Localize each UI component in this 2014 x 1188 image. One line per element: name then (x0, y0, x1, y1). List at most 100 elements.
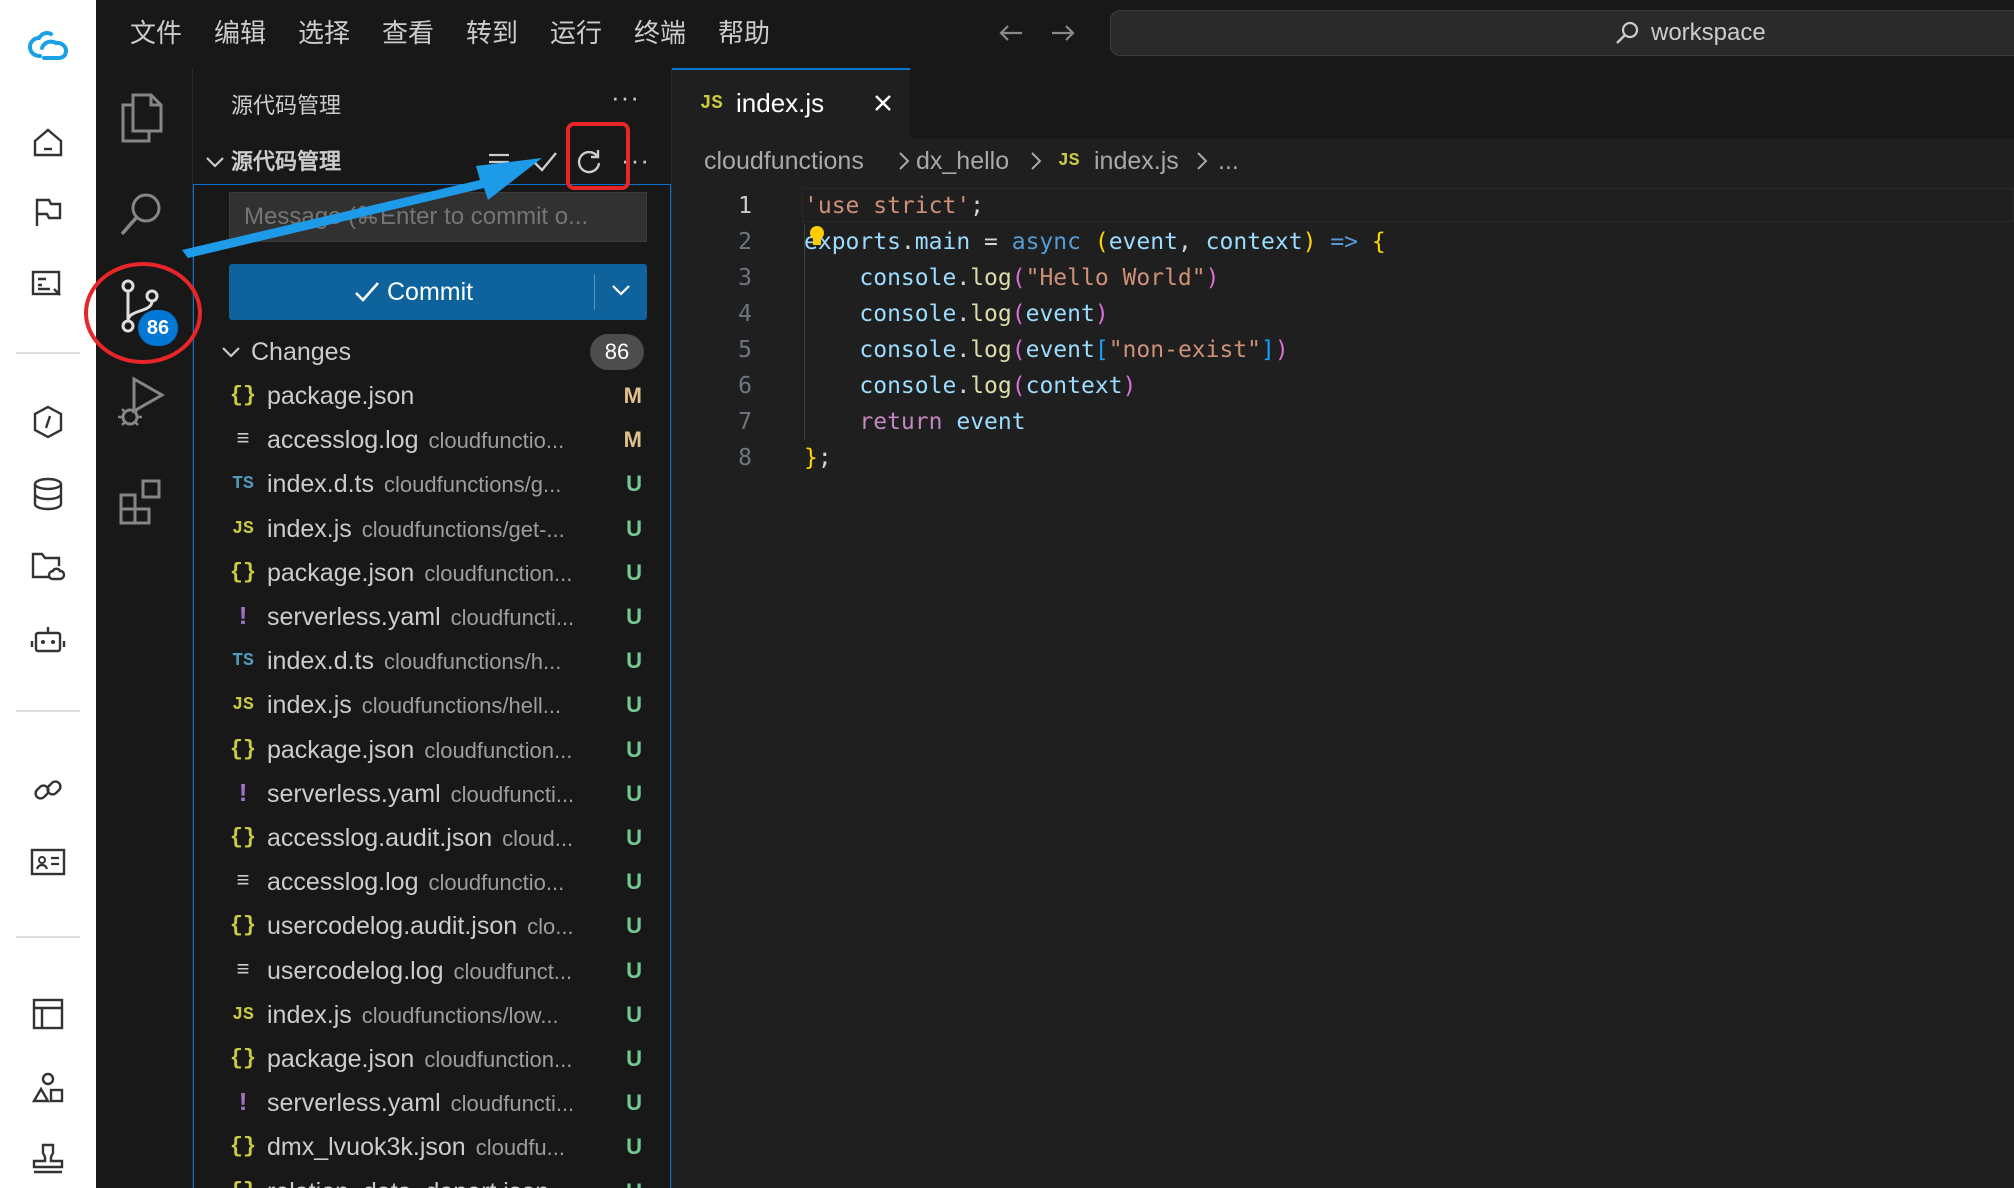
run-debug-icon[interactable] (110, 370, 174, 434)
file-list-item[interactable]: JS index.js cloudfunctions/get-... U (193, 507, 671, 551)
breadcrumb-item[interactable]: index.js (1094, 138, 1179, 184)
extensions-icon[interactable] (110, 468, 174, 532)
file-name-text: accesslog.log (267, 868, 419, 897)
file-status-badge: U (626, 1170, 642, 1188)
commit-dropdown-icon[interactable] (601, 278, 641, 306)
file-status-badge: U (626, 825, 642, 850)
back-arrow-icon[interactable] (996, 18, 1026, 48)
file-list-item[interactable]: TS index.d.ts cloudfunctions/g... U (193, 462, 671, 506)
cloud-folder-icon[interactable] (22, 540, 74, 592)
forward-arrow-icon[interactable] (1048, 18, 1078, 48)
file-type-icon: {} (229, 383, 257, 408)
code-editor[interactable]: 1 2 3 4 5 6 7 8 'use strict'; exports.ma… (672, 184, 2014, 1188)
file-list-item[interactable]: {} package.json cloudfunction... U (193, 551, 671, 595)
file-status-badge: U (626, 1046, 642, 1071)
file-list-item[interactable]: {} relation_data_depart.json U (193, 1170, 671, 1188)
menu-go[interactable]: 转到 (466, 0, 518, 68)
menu-help[interactable]: 帮助 (718, 0, 770, 68)
file-name: relation_data_depart.json (267, 1170, 549, 1188)
stamp-icon[interactable] (22, 1132, 74, 1184)
code-line: }; (804, 445, 832, 471)
code-token: main (914, 229, 971, 255)
file-name-text: package.json (267, 382, 415, 410)
dashboard-icon[interactable] (22, 258, 74, 310)
breadcrumb-item[interactable]: dx_hello (916, 138, 1009, 184)
file-type-icon: TS (232, 651, 254, 672)
file-list-item[interactable]: {} package.json cloudfunction... U (193, 1037, 671, 1081)
search-view-icon[interactable] (110, 182, 174, 246)
file-list-item[interactable]: ! serverless.yaml cloudfuncti... U (193, 595, 671, 639)
file-name: serverless.yaml cloudfuncti... (267, 595, 574, 639)
lightbulb-icon[interactable] (808, 224, 826, 250)
chevron-right-icon (894, 150, 914, 172)
explorer-icon[interactable] (110, 86, 174, 150)
button-divider (594, 274, 595, 310)
layout-icon[interactable] (22, 988, 74, 1040)
code-token: event (1025, 301, 1095, 327)
shapes-icon[interactable] (22, 1062, 74, 1114)
activity-bar: 86 (96, 68, 193, 1188)
sidebar-more-icon[interactable]: ··· (611, 82, 640, 113)
menu-file[interactable]: 文件 (130, 0, 182, 68)
menu-terminal[interactable]: 终端 (634, 0, 686, 68)
file-path: cloudfuncti... (450, 1091, 575, 1117)
changes-group-header[interactable]: Changes 86 (193, 330, 671, 374)
sidebar-title: 源代码管理 (231, 93, 342, 118)
robot-icon[interactable] (22, 614, 74, 666)
file-name-text: package.json (267, 735, 415, 764)
breadcrumb-item[interactable]: ... (1218, 138, 1239, 184)
file-list-item[interactable]: TS index.d.ts cloudfunctions/h... U (193, 639, 671, 683)
line-number: 3 (738, 265, 752, 291)
file-list-item[interactable]: ! serverless.yaml cloudfuncti... U (193, 772, 671, 816)
file-path: cloudfunctio... (428, 428, 565, 454)
file-path: cloudfunction... (424, 560, 573, 586)
file-list-item[interactable]: {} usercodelog.audit.json clo... U (193, 904, 671, 948)
database-icon[interactable] (22, 468, 74, 520)
tab-index-js[interactable]: JS index.js (672, 68, 910, 138)
commit-button[interactable]: Commit (229, 264, 647, 320)
id-card-icon[interactable] (22, 836, 74, 888)
file-path: cloudfunctions/low... (361, 1002, 559, 1028)
file-list-item[interactable]: ≡ accesslog.log cloudfunctio... M (193, 418, 671, 462)
file-list-item[interactable]: {} package.json cloudfunction... U (193, 728, 671, 772)
file-path: cloudfunctions/get-... (361, 516, 565, 542)
code-token: log (970, 265, 1012, 291)
changes-label: Changes (251, 338, 352, 366)
file-type-icon: JS (232, 518, 254, 539)
flag-icon[interactable] (22, 186, 74, 238)
file-name: accesslog.audit.json cloud... (267, 816, 573, 860)
close-icon[interactable] (870, 90, 896, 116)
menu-run[interactable]: 运行 (550, 0, 602, 68)
file-name: serverless.yaml cloudfuncti... (267, 772, 574, 816)
file-type-icon: {} (229, 1170, 257, 1188)
file-list-item[interactable]: ≡ usercodelog.log cloudfunct... U (193, 949, 671, 993)
breadcrumb-item[interactable]: cloudfunctions (704, 138, 864, 184)
file-path: cloudfunctions/g... (384, 472, 562, 498)
menu-selection[interactable]: 选择 (298, 0, 350, 68)
chevron-down-icon[interactable] (219, 340, 243, 364)
file-list-item[interactable]: {} package.json M (193, 374, 671, 418)
annotation-circle (84, 262, 202, 364)
rail-divider (16, 936, 80, 938)
api-icon[interactable] (22, 396, 74, 448)
file-path: cloudfunct... (453, 958, 573, 984)
home-icon[interactable] (22, 116, 74, 168)
file-list-item[interactable]: ≡ accesslog.log cloudfunctio... U (193, 860, 671, 904)
menu-view[interactable]: 查看 (382, 0, 434, 68)
file-name-text: relation_data_depart.json (267, 1178, 549, 1188)
line-number: 7 (738, 409, 752, 435)
link-icon[interactable] (22, 764, 74, 816)
file-list-item[interactable]: {} dmx_lvuok3k.json cloudfu... U (193, 1125, 671, 1169)
code-line: 'use strict'; (804, 193, 985, 219)
command-center-search[interactable]: workspace (1110, 10, 2014, 56)
chevron-right-icon (1026, 150, 1046, 172)
file-list-item[interactable]: JS index.js cloudfunctions/hell... U (193, 683, 671, 727)
file-status-badge: U (626, 957, 642, 983)
cloud-logo-icon[interactable] (22, 22, 74, 74)
file-list-item[interactable]: ! serverless.yaml cloudfuncti... U (193, 1081, 671, 1125)
file-list-item[interactable]: {} accesslog.audit.json cloud... U (193, 816, 671, 860)
menu-edit[interactable]: 编辑 (214, 0, 266, 68)
file-list-item[interactable]: JS index.js cloudfunctions/low... U (193, 993, 671, 1037)
file-name-text: accesslog.log (267, 426, 419, 455)
file-name-text: usercodelog.audit.json (267, 912, 518, 941)
